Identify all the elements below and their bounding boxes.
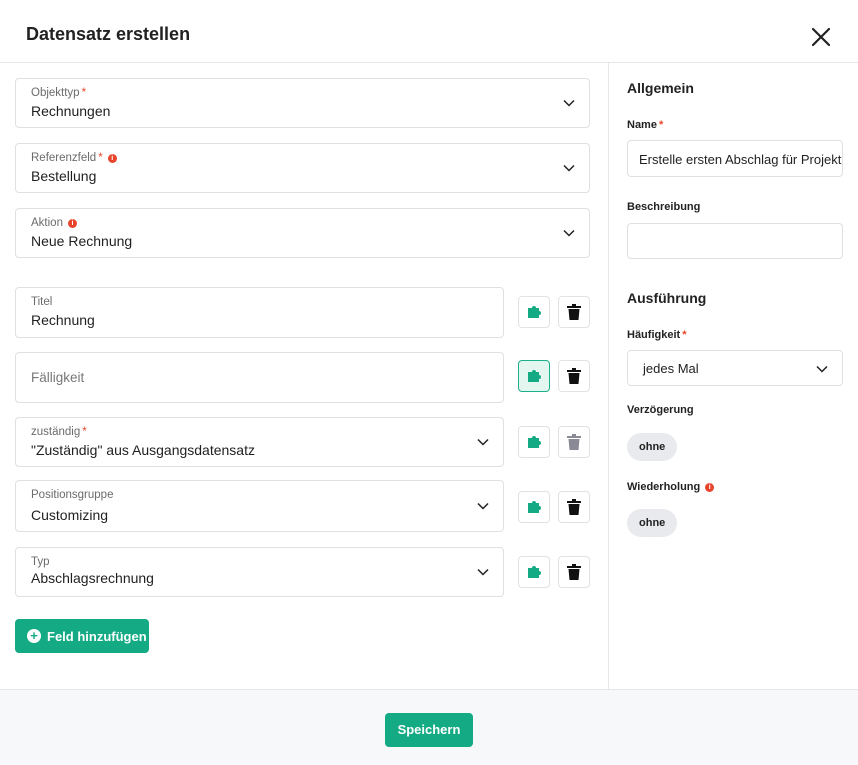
frequency-value: jedes Mal [643, 361, 699, 376]
positionsgruppe-value: Customizing [31, 507, 109, 523]
trash-icon [567, 434, 581, 450]
add-field-label: Feld hinzufügen [47, 628, 147, 644]
positionsgruppe-label: Positionsgruppe [31, 489, 114, 501]
positionsgruppe-variable-button[interactable] [518, 491, 550, 523]
general-heading: Allgemein [627, 80, 694, 96]
required-mark: * [682, 329, 687, 341]
titel-label: Titel [31, 296, 53, 308]
titel-input[interactable]: Titel Rechnung [15, 287, 504, 338]
name-label: Name [627, 119, 657, 131]
main-panel: Objekttyp * Rechnungen Referenzfeld * i Bes… [0, 63, 609, 689]
chevron-down-icon [563, 164, 575, 172]
info-icon[interactable]: i [705, 482, 715, 492]
trash-icon [567, 304, 581, 320]
delay-pill[interactable]: ohne [627, 433, 678, 461]
repeat-pill[interactable]: ohne [627, 509, 678, 537]
chevron-down-icon [563, 99, 575, 107]
zustaendig-value: "Zuständig" aus Ausgangsdatensatz [31, 442, 255, 458]
positionsgruppe-select[interactable]: Positionsgruppe Customizing [15, 480, 504, 532]
name-input[interactable]: Erstelle ersten Abschlag für Projekt [627, 140, 843, 177]
info-icon[interactable]: i [107, 153, 117, 163]
aktion-select[interactable]: Aktion i Neue Rechnung [15, 208, 590, 258]
chevron-down-icon [816, 365, 828, 373]
dialog-footer: Speichern [0, 689, 858, 765]
typ-value: Abschlagsrechnung [31, 570, 154, 586]
titel-value: Rechnung [31, 312, 95, 328]
zustaendig-label: zuständig [31, 426, 81, 438]
description-label: Beschreibung [627, 201, 701, 213]
typ-label: Typ [31, 556, 50, 568]
plus-circle-icon: + [27, 629, 41, 643]
repeat-label: Wiederholung [627, 481, 701, 493]
objekttyp-label: Objekttyp [31, 87, 80, 99]
required-mark: * [98, 152, 103, 164]
chevron-down-icon [563, 229, 575, 237]
faelligkeit-label: Fälligkeit [31, 370, 85, 385]
zustaendig-select[interactable]: zuständig * "Zuständig" aus Ausgangsdaten… [15, 417, 504, 467]
aktion-value: Neue Rechnung [31, 233, 133, 249]
referenzfeld-value: Bestellung [31, 168, 97, 184]
zustaendig-delete-button[interactable] [558, 426, 590, 458]
referenzfeld-label: Referenzfeld [31, 152, 97, 164]
chevron-down-icon [477, 502, 489, 510]
titel-delete-button[interactable] [558, 296, 590, 328]
frequency-select[interactable]: jedes Mal [627, 350, 843, 386]
typ-select[interactable]: Typ Abschlagsrechnung [15, 547, 504, 597]
typ-variable-button[interactable] [518, 556, 550, 588]
puzzle-icon [528, 436, 541, 448]
chevron-down-icon [477, 568, 489, 576]
required-mark: * [81, 87, 87, 99]
chevron-down-icon [477, 438, 489, 446]
close-icon [811, 27, 831, 47]
puzzle-icon [528, 501, 541, 513]
referenzfeld-select[interactable]: Referenzfeld * i Bestellung [15, 143, 590, 193]
typ-delete-button[interactable] [558, 556, 590, 588]
objekttyp-value: Rechnungen [31, 103, 111, 119]
name-value: Erstelle ersten Abschlag für Projekt [639, 152, 842, 167]
puzzle-icon [528, 566, 541, 578]
trash-icon [567, 368, 581, 384]
info-icon[interactable]: i [67, 218, 77, 228]
frequency-label: Häufigkeit [627, 329, 681, 341]
required-mark: * [658, 119, 664, 131]
description-input[interactable] [627, 223, 843, 259]
objekttyp-select[interactable]: Objekttyp * Rechnungen [15, 78, 590, 128]
dialog-title: Datensatz erstellen [26, 24, 191, 44]
positionsgruppe-delete-button[interactable] [558, 491, 590, 523]
delay-label: Verzögerung [627, 404, 694, 416]
puzzle-icon [528, 306, 541, 318]
titel-variable-button[interactable] [518, 296, 550, 328]
faelligkeit-variable-button[interactable] [518, 360, 550, 392]
close-button[interactable] [806, 22, 836, 52]
faelligkeit-delete-button[interactable] [558, 360, 590, 392]
trash-icon [567, 499, 581, 515]
settings-panel: Allgemein Name * Erstelle ersten Abschlag… [609, 63, 858, 689]
save-button[interactable]: Speichern [385, 713, 473, 747]
trash-icon [567, 564, 581, 580]
zustaendig-variable-button[interactable] [518, 426, 550, 458]
puzzle-icon [528, 370, 541, 382]
dialog-header: Datensatz erstellen [0, 0, 858, 63]
aktion-label: Aktion [31, 217, 63, 229]
execution-heading: Ausführung [627, 290, 707, 306]
faelligkeit-input[interactable]: Fälligkeit [15, 352, 504, 403]
required-mark: * [82, 426, 87, 438]
add-field-button[interactable]: + Feld hinzufügen [15, 619, 149, 653]
